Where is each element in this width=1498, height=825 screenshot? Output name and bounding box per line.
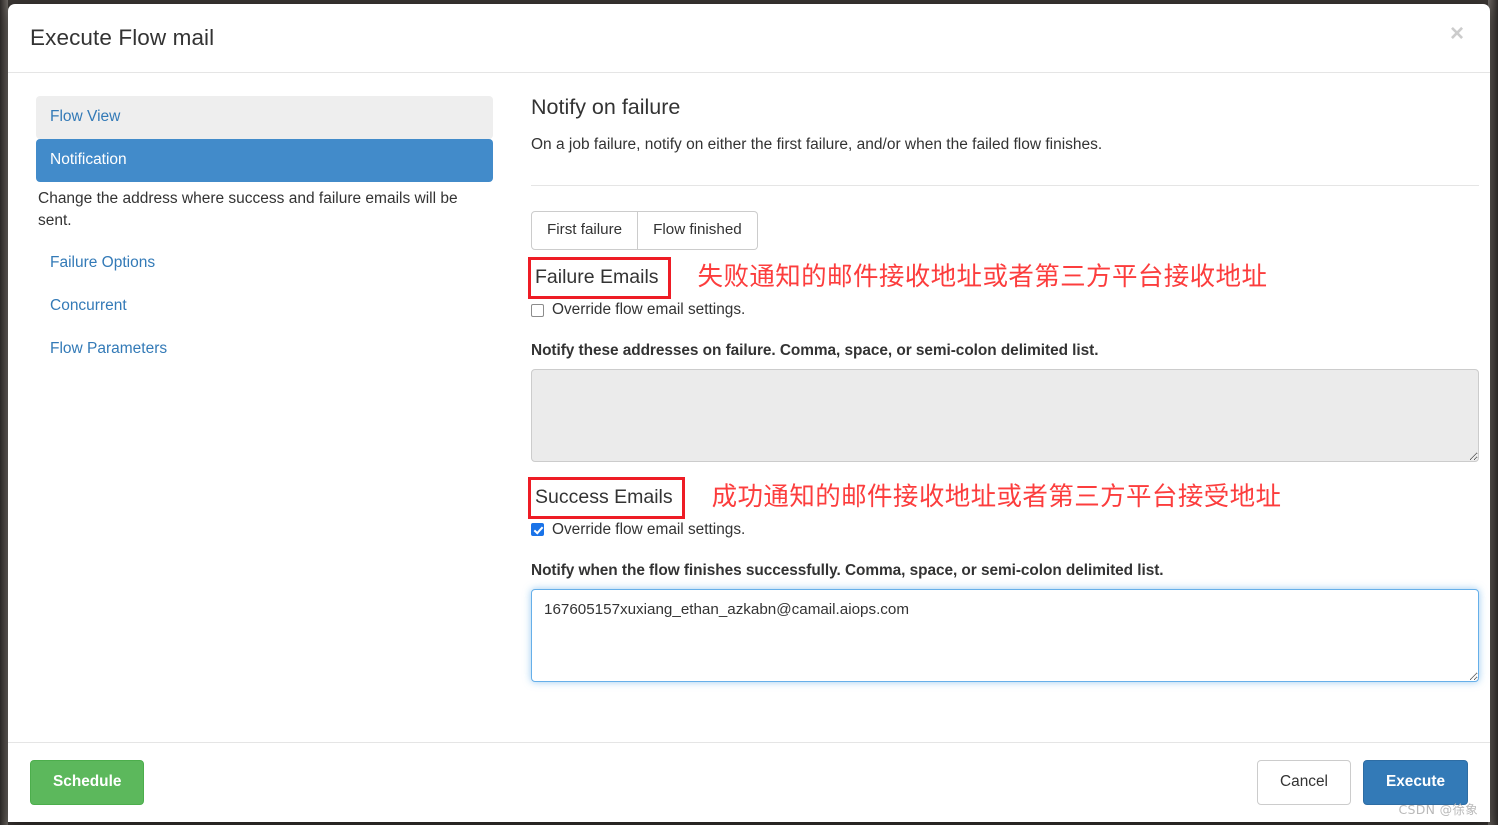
success-emails-label: Success Emails [528, 476, 685, 520]
watermark: CSDN @徐象 [1398, 802, 1478, 817]
sidebar-item-flow-view[interactable]: Flow View [36, 96, 493, 139]
schedule-button[interactable]: Schedule [30, 760, 145, 805]
failure-emails-label: Failure Emails [528, 256, 671, 300]
dialog-footer: Schedule Cancel Execute [8, 742, 1490, 822]
notification-panel: Notify on failure On a job failure, noti… [493, 95, 1487, 742]
sidebar-item-failure-options[interactable]: Failure Options [36, 242, 493, 285]
dialog-title: Execute Flow mail [30, 25, 215, 50]
failure-override-label[interactable]: Override flow email settings. [552, 302, 745, 318]
failure-emails-help: Notify these addresses on failure. Comma… [531, 341, 1099, 359]
toggle-flow-finished[interactable]: Flow finished [638, 210, 758, 250]
success-override-row: Override flow email settings. [531, 522, 1479, 538]
notify-toggle-group: First failure Flow finished [531, 210, 758, 250]
dialog-body: Flow View Notification Change the addres… [8, 73, 1490, 742]
failure-override-checkbox[interactable] [531, 303, 544, 317]
success-emails-annotation: 成功通知的邮件接收地址或者第三方平台接受地址 [711, 482, 1282, 513]
failure-emails-annotation: 失败通知的邮件接收地址或者第三方平台接收地址 [697, 262, 1268, 293]
success-override-label[interactable]: Override flow email settings. [552, 522, 745, 538]
sidebar-item-flow-parameters[interactable]: Flow Parameters [36, 328, 493, 371]
section-subtitle: On a job failure, notify on either the f… [531, 136, 1103, 153]
success-emails-textarea[interactable] [531, 588, 1479, 682]
dialog-sidebar: Flow View Notification Change the addres… [28, 95, 493, 742]
failure-emails-textarea[interactable] [531, 368, 1479, 462]
sidebar-note: Change the address where success and fai… [38, 189, 458, 229]
toggle-first-failure[interactable]: First failure [531, 210, 639, 250]
success-emails-label-row: Success Emails 成功通知的邮件接收地址或者第三方平台接受地址 [528, 476, 1479, 520]
success-override-checkbox[interactable] [531, 523, 544, 537]
dialog-header: Execute Flow mail × [8, 4, 1490, 73]
execute-flow-dialog: Execute Flow mail × Flow View Notificati… [8, 4, 1490, 822]
close-icon[interactable]: × [1446, 20, 1468, 48]
failure-override-row: Override flow email settings. [531, 302, 1479, 318]
backdrop-edge-left [0, 0, 8, 825]
cancel-button[interactable]: Cancel [1257, 760, 1351, 805]
section-title: Notify on failure [531, 95, 681, 119]
sidebar-item-concurrent[interactable]: Concurrent [36, 285, 493, 328]
divider [531, 184, 1479, 186]
failure-emails-label-row: Failure Emails 失败通知的邮件接收地址或者第三方平台接收地址 [528, 256, 1479, 300]
success-emails-help: Notify when the flow finishes successful… [531, 561, 1164, 579]
sidebar-item-notification[interactable]: Notification [36, 138, 493, 182]
